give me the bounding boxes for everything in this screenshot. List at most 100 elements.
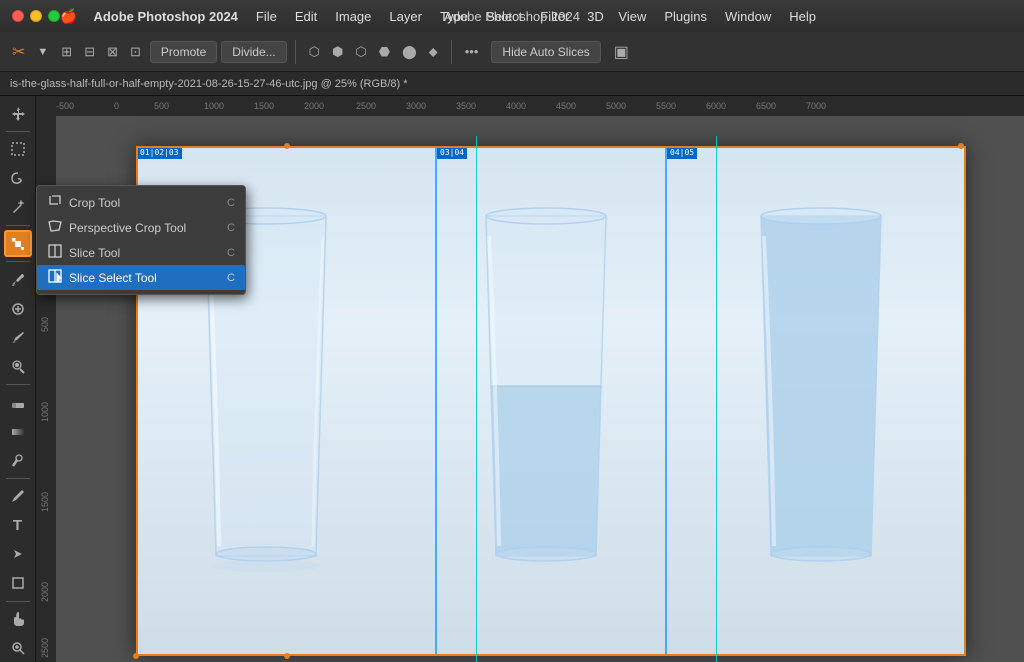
ruler-left-label: 500 [40, 317, 50, 332]
slice-select-shortcut: C [227, 272, 235, 284]
layer-icons-group: ⊞ ⊟ ⊠ ⊡ [56, 41, 146, 63]
ruler-label: 1500 [254, 101, 274, 111]
more-options-icon[interactable]: ••• [460, 41, 484, 62]
document-tab[interactable]: is-the-glass-half-full-or-half-empty-202… [10, 78, 408, 90]
healing-tool[interactable] [4, 295, 32, 322]
perspective-crop-tool-item[interactable]: Perspective Crop Tool C [37, 215, 245, 240]
window-title: Adobe Photoshop 2024 [444, 9, 580, 24]
slice-select-icon [47, 269, 63, 286]
align-bottom-icon[interactable]: ⬥ [424, 41, 443, 63]
divide-button[interactable]: Divide... [221, 41, 286, 63]
layer-icon-1[interactable]: ⊞ [56, 41, 77, 63]
slice-tool-label: Slice Tool [69, 246, 120, 260]
layer-icon-2[interactable]: ⊟ [79, 41, 100, 63]
panel-icon[interactable]: ▣ [609, 39, 634, 65]
tool-separator-5 [6, 478, 30, 479]
type-tool[interactable]: T [4, 512, 32, 539]
menu-file[interactable]: File [248, 7, 285, 26]
ruler-label: 6000 [706, 101, 726, 111]
clone-stamp-tool[interactable] [4, 353, 32, 380]
slice-tool-icon [47, 244, 63, 261]
align-middle-icon[interactable]: ⬤ [397, 41, 422, 63]
minimize-button[interactable] [30, 10, 42, 22]
ruler-left-label: 1000 [40, 402, 50, 422]
tab-bar: is-the-glass-half-full-or-half-empty-202… [0, 72, 1024, 96]
options-bar: ✂ ▼ ⊞ ⊟ ⊠ ⊡ Promote Divide... ⬡ ⬢ ⬡ ⬣ ⬤ … [0, 32, 1024, 72]
traffic-lights[interactable] [12, 10, 60, 22]
menu-window[interactable]: Window [717, 7, 779, 26]
promote-button[interactable]: Promote [150, 41, 217, 63]
ruler-label: -500 [56, 101, 74, 111]
main-layout: T -500 0 500 1000 1500 2000 2500 [0, 96, 1024, 662]
menu-app-name[interactable]: Adobe Photoshop 2024 [85, 7, 245, 26]
ruler-label: 7000 [806, 101, 826, 111]
flyout-menu: Crop Tool C Perspective Crop Tool C Slic… [36, 185, 246, 295]
menu-plugins[interactable]: Plugins [656, 7, 715, 26]
shape-tool[interactable] [4, 570, 32, 597]
tool-separator-6 [6, 601, 30, 602]
path-selection-tool[interactable] [4, 541, 32, 568]
ruler-left-label: 1500 [40, 492, 50, 512]
tool-separator-3 [6, 261, 30, 262]
eyedropper-tool[interactable] [4, 266, 32, 293]
slice-badge-03: 03|04 [437, 147, 467, 159]
dodge-tool[interactable] [4, 447, 32, 474]
ruler-top: -500 0 500 1000 1500 2000 2500 3000 3500… [36, 96, 1024, 116]
active-tool-icon: ✂ [8, 38, 29, 66]
lasso-tool[interactable] [4, 165, 32, 192]
handle-top-right [958, 143, 964, 149]
magic-wand-tool[interactable] [4, 194, 32, 221]
eraser-tool[interactable] [4, 389, 32, 416]
title-bar: 🍎 Adobe Photoshop 2024 File Edit Image L… [0, 0, 1024, 32]
align-right-icon[interactable]: ⬡ [350, 41, 371, 63]
menu-image[interactable]: Image [327, 7, 379, 26]
marquee-tool[interactable] [4, 136, 32, 163]
ruler-label: 4000 [506, 101, 526, 111]
menu-view[interactable]: View [610, 7, 654, 26]
maximize-button[interactable] [48, 10, 60, 22]
zoom-tool[interactable] [4, 635, 32, 662]
ruler-label: 1000 [204, 101, 224, 111]
close-button[interactable] [12, 10, 24, 22]
crop-slice-tool[interactable] [4, 230, 32, 257]
separator-1 [295, 40, 296, 64]
crop-tool-icon [47, 194, 63, 211]
gradient-tool[interactable] [4, 418, 32, 445]
menu-help[interactable]: Help [781, 7, 824, 26]
crop-tool-shortcut: C [227, 197, 235, 209]
ruler-label: 3000 [406, 101, 426, 111]
apple-logo-icon[interactable]: 🍎 [60, 8, 77, 25]
slice-03: 03|04 [436, 146, 666, 656]
slice-badge-04: 04|05 [667, 147, 697, 159]
ruler-label: 500 [154, 101, 169, 111]
ruler-label: 5500 [656, 101, 676, 111]
pen-tool[interactable] [4, 483, 32, 510]
handle-top-middle [284, 143, 290, 149]
layer-icon-3[interactable]: ⊠ [102, 41, 123, 63]
tool-separator-2 [6, 225, 30, 226]
move-tool[interactable] [4, 100, 32, 127]
tool-separator-1 [6, 131, 30, 132]
slice-tool-item[interactable]: Slice Tool C [37, 240, 245, 265]
ruler-label: 6500 [756, 101, 776, 111]
ruler-label: 3500 [456, 101, 476, 111]
slice-tool-shortcut: C [227, 247, 235, 259]
perspective-crop-icon [47, 219, 63, 236]
hide-auto-slices-button[interactable]: Hide Auto Slices [491, 41, 600, 63]
brush-tool[interactable] [4, 324, 32, 351]
align-center-icon[interactable]: ⬢ [327, 41, 348, 63]
canvas-area[interactable]: -500 0 500 1000 1500 2000 2500 3000 3500… [36, 96, 1024, 662]
slice-select-label: Slice Select Tool [69, 271, 157, 285]
layer-icon-4[interactable]: ⊡ [125, 41, 146, 63]
guide-line-1 [476, 136, 477, 662]
align-left-icon[interactable]: ⬡ [304, 41, 325, 63]
separator-2 [451, 40, 452, 64]
slice-select-tool-item[interactable]: Slice Select Tool C [37, 265, 245, 290]
menu-3d[interactable]: 3D [579, 7, 612, 26]
hand-tool[interactable] [4, 606, 32, 633]
align-top-icon[interactable]: ⬣ [374, 41, 395, 63]
crop-tool-item[interactable]: Crop Tool C [37, 190, 245, 215]
menu-edit[interactable]: Edit [287, 7, 325, 26]
handle-bottom-middle [284, 653, 290, 659]
menu-layer[interactable]: Layer [381, 7, 430, 26]
